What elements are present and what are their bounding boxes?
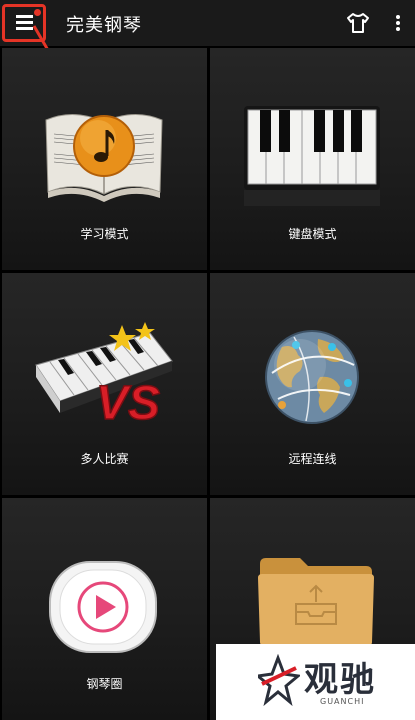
tile-label: 学习模式	[80, 227, 129, 241]
piano-keyboard-icon	[244, 106, 380, 206]
menu-icon-line	[16, 27, 33, 30]
app-title: 完美钢琴	[66, 15, 142, 36]
tile-label: 多人比赛	[80, 452, 129, 466]
tile-keyboard-mode[interactable]: 键盘模式	[210, 48, 415, 270]
menu-icon	[16, 15, 33, 18]
tile-label: 键盘模式	[288, 227, 337, 241]
tile-label: 远程连线	[288, 452, 337, 466]
tile-learn-mode[interactable]: 学习模式	[2, 48, 207, 270]
watermark-logo	[258, 654, 300, 706]
app-bar: 完美钢琴	[0, 0, 415, 46]
folder-icon	[258, 558, 374, 646]
tile-multiplayer[interactable]: VS 多人比赛	[2, 273, 207, 495]
watermark: 观驰 GUANCHI	[216, 644, 415, 720]
piano-vs-icon: VS	[35, 322, 173, 431]
tile-remote-connect[interactable]: 远程连线	[210, 273, 415, 495]
menu-icon-line	[16, 21, 33, 24]
svg-text:VS: VS	[96, 377, 160, 430]
globe-network-icon	[265, 330, 359, 424]
tile-piano-circle[interactable]: 钢琴圈	[2, 498, 207, 720]
music-book-icon	[45, 114, 163, 202]
notification-dot	[34, 9, 41, 16]
watermark-subtext: GUANCHI	[320, 697, 365, 706]
menu-button[interactable]	[2, 4, 46, 42]
watermark-text: 观驰	[304, 660, 376, 700]
tile-label: 钢琴圈	[86, 677, 123, 691]
more-options-icon[interactable]	[390, 10, 406, 36]
play-circle-icon	[49, 561, 157, 653]
theme-shirt-icon[interactable]	[345, 10, 371, 36]
